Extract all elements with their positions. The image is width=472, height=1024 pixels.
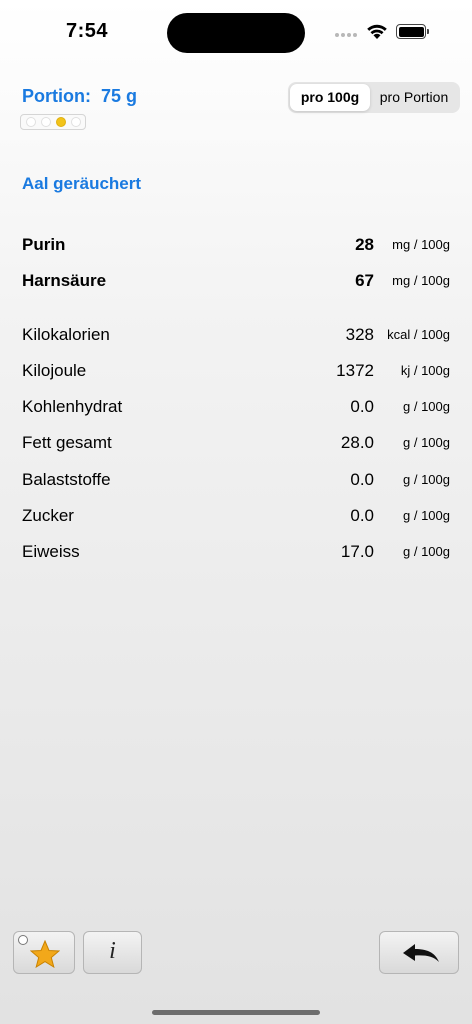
nutrient-unit: mg / 100g [392,273,450,288]
unit-toggle[interactable]: pro 100g pro Portion [288,82,460,113]
nutrient-row-kilokalorien: Kilokalorien 328 kcal / 100g [0,323,472,347]
nutrient-value: 17.0 [340,542,374,561]
portion-level-dot[interactable] [55,117,66,127]
nutrient-value: 328 [345,325,374,344]
portion-level-dot[interactable] [70,117,81,127]
status-time: 7:54 [66,20,109,42]
portion-value[interactable]: 75 g [101,86,137,107]
nutrient-row-kohlenhydrat: Kohlenhydrat 0.0 g / 100g [0,395,472,419]
dynamic-island [167,13,305,53]
portion-level-indicator[interactable] [20,114,86,130]
nutrient-name: Balaststoffe [22,470,111,489]
battery-icon [396,24,429,39]
status-bar: 7:54 [0,0,472,64]
info-button[interactable]: i [83,931,142,974]
back-button[interactable] [379,931,459,974]
nutrient-value: 28.0 [340,433,374,452]
nutrient-unit: kj / 100g [400,363,450,378]
nutrient-unit: g / 100g [403,508,450,523]
portion-level-dot[interactable] [40,117,51,127]
home-indicator [152,1010,320,1015]
toggle-pro-portion[interactable]: pro Portion [370,84,458,111]
favorite-radio-indicator [18,935,28,945]
nutrient-row-harnsaeure: Harnsäure 67 mg / 100g [0,269,472,293]
cellular-signal-icon [335,33,357,37]
nutrient-unit: g / 100g [403,472,450,487]
nutrient-row-purin: Purin 28 mg / 100g [0,233,472,257]
toggle-pro-100g[interactable]: pro 100g [290,84,370,111]
nutrient-value: 0.0 [350,506,374,525]
nutrient-value: 1372 [336,361,374,380]
star-icon [30,940,60,968]
nutrient-name: Eiweiss [22,542,80,561]
nutrient-value: 0.0 [350,470,374,489]
nutrient-name: Kilojoule [22,361,87,380]
portion-level-dot[interactable] [25,117,36,127]
nutrient-row-balaststoffe: Balaststoffe 0.0 g / 100g [0,468,472,492]
wifi-icon [367,24,387,39]
info-icon: i [109,938,116,964]
nutrient-value: 67 [355,271,374,290]
food-name: Aal geräuchert [22,174,142,193]
portion-label: Portion: [22,86,91,106]
nutrient-unit: g / 100g [403,544,450,559]
nutrient-row-eiweiss: Eiweiss 17.0 g / 100g [0,540,472,564]
nutrient-name: Fett gesamt [22,433,112,452]
nutrient-name: Kohlenhydrat [22,397,123,416]
nutrient-name: Harnsäure [22,271,107,290]
back-arrow-icon [403,944,439,962]
nutrient-unit: g / 100g [403,435,450,450]
nutrient-value: 28 [355,235,374,254]
nutrient-unit: g / 100g [403,399,450,414]
nutrient-name: Zucker [22,506,74,525]
nutrient-unit: mg / 100g [392,237,450,252]
nutrient-name: Purin [22,235,66,254]
nutrient-row-fett-gesamt: Fett gesamt 28.0 g / 100g [0,431,472,455]
favorite-button[interactable] [13,931,75,974]
nutrient-name: Kilokalorien [22,325,110,344]
nutrient-row-zucker: Zucker 0.0 g / 100g [0,504,472,528]
nutrient-value: 0.0 [350,397,374,416]
nutrient-unit: kcal / 100g [387,327,450,342]
nutrient-row-kilojoule: Kilojoule 1372 kj / 100g [0,359,472,383]
